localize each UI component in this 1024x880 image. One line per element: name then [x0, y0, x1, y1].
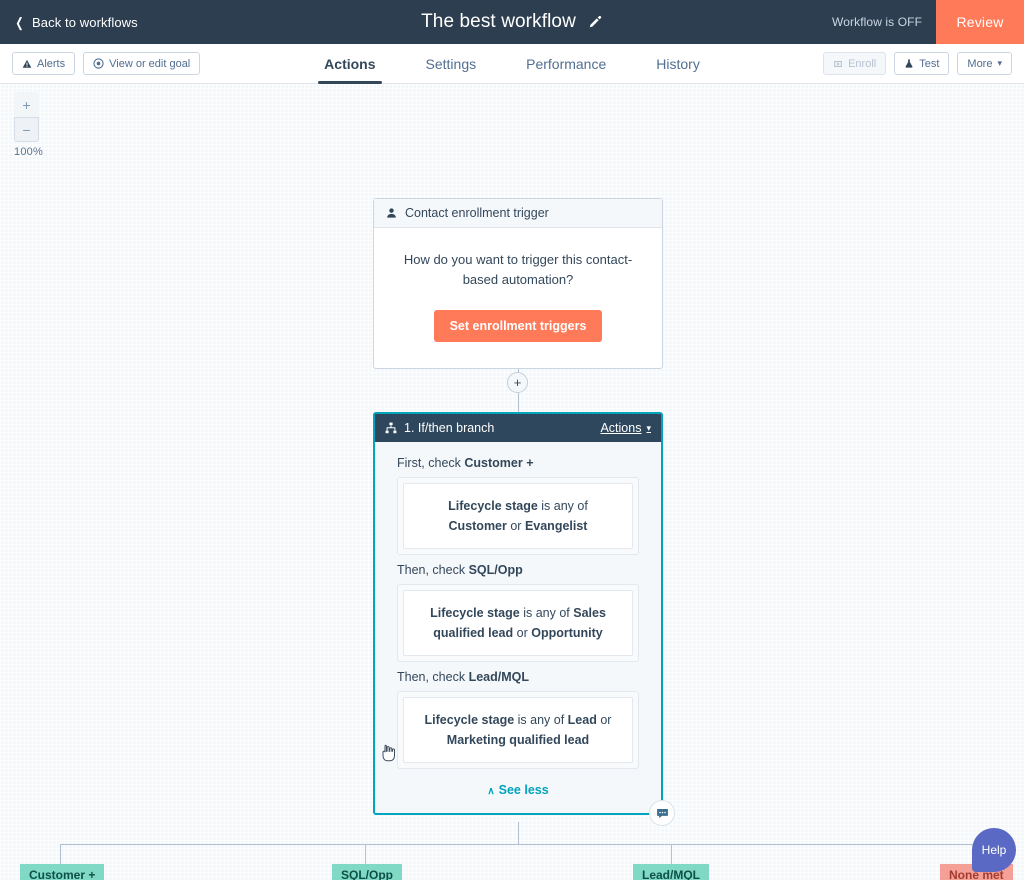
add-step-button-main[interactable]: + — [507, 372, 528, 393]
branch-output-label-1[interactable]: Customer + — [20, 864, 105, 880]
test-button[interactable]: Test — [894, 52, 950, 75]
comment-icon — [656, 808, 668, 818]
condition-rule-join-1: or — [506, 519, 525, 533]
trigger-card-body: How do you want to trigger this contact-… — [374, 228, 662, 368]
branch-card-body: First, check Customer + Lifecycle stage … — [375, 442, 661, 813]
trigger-question-text: How do you want to trigger this contact-… — [403, 252, 633, 288]
condition-rule-property-2: Lifecycle stage — [430, 606, 520, 620]
view-or-edit-goal-button[interactable]: View or edit goal — [83, 52, 201, 75]
pencil-icon[interactable] — [588, 15, 603, 30]
trigger-card-header: Contact enrollment trigger — [374, 199, 662, 228]
workflow-canvas[interactable]: + − 100% + Contact enrollment trigger Ho… — [0, 84, 1024, 880]
condition-rule-value-3a: Lead — [567, 713, 597, 727]
condition-rule-operator-3: is any of — [514, 713, 568, 727]
alert-triangle-icon — [22, 59, 32, 68]
contact-enrollment-trigger-card[interactable]: Contact enrollment trigger How do you wa… — [373, 198, 663, 370]
sub-nav-right-group: Enroll Test More ▾ — [823, 52, 1012, 75]
condition-label-1: First, check Customer + — [375, 452, 661, 477]
condition-box-3[interactable]: Lifecycle stage is any of Lead or Market… — [397, 691, 639, 769]
condition-box-1[interactable]: Lifecycle stage is any of Customer or Ev… — [397, 477, 639, 555]
chevron-down-icon: ▾ — [997, 58, 1002, 68]
sub-nav-left-group: Alerts View or edit goal — [12, 52, 201, 75]
condition-label-3: Then, check Lead/MQL — [375, 666, 661, 691]
tab-actions[interactable]: Actions — [318, 44, 382, 84]
condition-rule-join-3: or — [596, 713, 612, 727]
branch-card-header-label: 1. If/then branch — [404, 421, 495, 435]
help-button[interactable]: Help — [972, 828, 1016, 872]
condition-rule-value-1a: Customer — [448, 519, 507, 533]
test-label: Test — [919, 57, 940, 70]
branch-card-header: 1. If/then branch Actions ▾ — [375, 414, 661, 442]
branch-actions-label: Actions — [600, 421, 642, 435]
condition-rule-operator-2: is any of — [519, 606, 574, 620]
alerts-label: Alerts — [37, 57, 66, 70]
condition-name-2: SQL/Opp — [468, 563, 523, 577]
condition-name-1: Customer + — [464, 456, 534, 470]
enroll-button[interactable]: Enroll — [823, 52, 887, 75]
zoom-controls: + − 100% — [14, 92, 43, 158]
condition-rule-value-1b: Evangelist — [524, 519, 588, 533]
condition-prefix-1: First, check — [397, 456, 465, 470]
comment-bubble-icon[interactable] — [649, 800, 675, 826]
chevron-down-icon: ▾ — [646, 422, 651, 433]
workflow-status-text: Workflow is OFF — [832, 15, 922, 29]
more-label: More — [967, 57, 993, 70]
branch-output-label-3[interactable]: Lead/MQL — [633, 864, 710, 880]
condition-rule-property-3: Lifecycle stage — [424, 713, 515, 727]
page-title: The best workflow — [421, 11, 576, 32]
top-bar-right-group: Workflow is OFF Review — [832, 0, 1024, 44]
chevron-up-icon: ∧ — [487, 786, 495, 797]
see-less-toggle[interactable]: ∧ See less — [375, 773, 661, 813]
enroll-icon — [834, 60, 842, 67]
sub-nav-bar: Alerts View or edit goal Actions Setting… — [0, 44, 1024, 84]
condition-rule-2: Lifecycle stage is any of Sales qualifie… — [403, 590, 633, 656]
condition-box-2[interactable]: Lifecycle stage is any of Sales qualifie… — [397, 584, 639, 662]
contact-person-icon — [387, 208, 396, 218]
branch-output-label-2[interactable]: SQL/Opp — [332, 864, 402, 880]
condition-rule-operator-1: is any of — [537, 499, 588, 513]
top-bar: ❮ Back to workflows The best workflow Wo… — [0, 0, 1024, 44]
see-less-label: See less — [498, 783, 549, 797]
connector-branch-to-fanout — [518, 822, 519, 844]
connector-drop-2 — [365, 844, 366, 864]
alerts-button[interactable]: Alerts — [12, 52, 76, 75]
back-to-workflows-link[interactable]: ❮ Back to workflows — [14, 15, 138, 30]
if-then-branch-card[interactable]: 1. If/then branch Actions ▾ First, check… — [373, 412, 675, 826]
condition-rule-3: Lifecycle stage is any of Lead or Market… — [403, 697, 633, 763]
condition-prefix-2: Then, check — [397, 563, 469, 577]
enroll-label: Enroll — [848, 57, 877, 70]
condition-prefix-3: Then, check — [397, 670, 469, 684]
condition-rule-join-2: or — [513, 626, 532, 640]
back-to-workflows-label: Back to workflows — [32, 14, 138, 30]
zoom-out-button[interactable]: − — [14, 117, 39, 142]
review-button[interactable]: Review — [936, 0, 1024, 44]
view-or-edit-goal-label: View or edit goal — [109, 57, 191, 70]
target-icon — [93, 58, 104, 69]
chevron-left-icon: ❮ — [15, 14, 24, 30]
tab-history[interactable]: History — [650, 44, 706, 83]
branch-icon — [385, 422, 397, 434]
trigger-card-header-label: Contact enrollment trigger — [405, 206, 549, 220]
condition-rule-value-3b: Marketing qualified lead — [446, 733, 590, 747]
connector-drop-3 — [671, 844, 672, 864]
tab-performance[interactable]: Performance — [520, 44, 612, 83]
more-button[interactable]: More ▾ — [957, 52, 1012, 75]
connector-fanout-horizontal — [60, 844, 978, 845]
condition-rule-property-1: Lifecycle stage — [448, 499, 538, 513]
condition-name-3: Lead/MQL — [468, 670, 529, 684]
branch-actions-menu[interactable]: Actions ▾ — [600, 421, 651, 435]
condition-label-2: Then, check SQL/Opp — [375, 559, 661, 584]
connector-drop-1 — [60, 844, 61, 864]
tab-settings[interactable]: Settings — [420, 44, 483, 83]
condition-rule-value-2b: Opportunity — [531, 626, 603, 640]
flask-icon — [905, 59, 913, 68]
set-enrollment-triggers-button[interactable]: Set enrollment triggers — [433, 310, 603, 343]
condition-rule-1: Lifecycle stage is any of Customer or Ev… — [403, 483, 633, 549]
zoom-in-button[interactable]: + — [14, 92, 39, 117]
zoom-level-label: 100% — [14, 146, 43, 158]
